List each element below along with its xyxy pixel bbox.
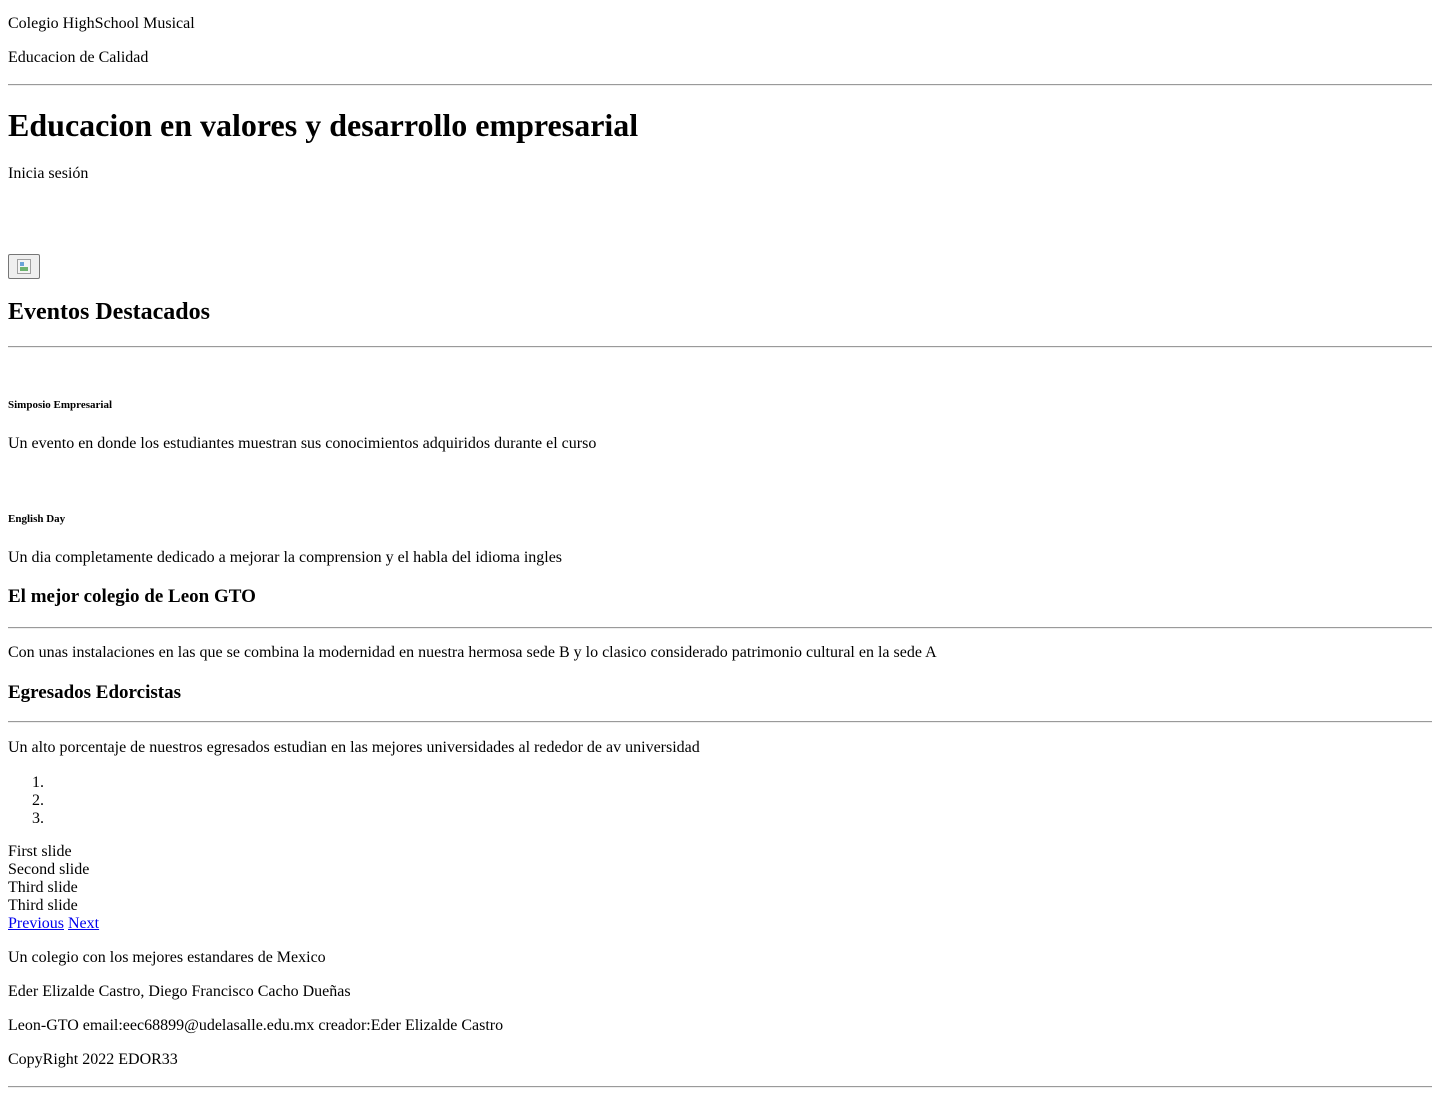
broken-image-icon bbox=[17, 259, 31, 274]
slide-alt-text: Third slide bbox=[8, 897, 78, 914]
section-divider-graduates bbox=[8, 721, 1432, 723]
slide-alt-text: Third slide bbox=[8, 879, 78, 896]
image-button[interactable] bbox=[8, 254, 40, 279]
events-divider bbox=[8, 346, 1432, 348]
footer-divider bbox=[8, 1086, 1432, 1088]
event-title-simposio: Simposio Empresarial bbox=[8, 399, 113, 411]
slide-alt-text: Second slide bbox=[8, 861, 90, 878]
header-divider bbox=[8, 84, 1432, 86]
carousel-controls: Previous Next bbox=[8, 915, 99, 933]
carousel-slide-3: Third slide bbox=[8, 879, 78, 897]
slide-alt-text: First slide bbox=[8, 843, 72, 860]
school-tagline: Educacion de Calidad bbox=[8, 49, 149, 66]
login-link[interactable]: Inicia sesión bbox=[8, 165, 88, 183]
footer-contact: Leon-GTO email:eec68899@udelasalle.edu.m… bbox=[8, 1017, 504, 1034]
section-text-best-school: Con unas instalaciones en las que se com… bbox=[8, 644, 937, 661]
event-description-simposio: Un evento en donde los estudiantes muest… bbox=[8, 435, 597, 452]
section-heading-graduates: Egresados Edorcistas bbox=[8, 682, 181, 703]
school-name: Colegio HighSchool Musical bbox=[8, 15, 195, 32]
hero-title: Educacion en valores y desarrollo empres… bbox=[8, 107, 639, 143]
event-title-english-day: English Day bbox=[8, 513, 66, 525]
footer-slogan: Un colegio con los mejores estandares de… bbox=[8, 949, 326, 966]
footer-authors: Eder Elizalde Castro, Diego Francisco Ca… bbox=[8, 983, 351, 1000]
carousel-next-link[interactable]: Next bbox=[68, 915, 99, 932]
section-heading-best-school: El mejor colegio de Leon GTO bbox=[8, 586, 256, 607]
events-heading: Eventos Destacados bbox=[8, 299, 210, 325]
carousel-slide-4: Third slide bbox=[8, 897, 78, 915]
carousel-slide-2: Second slide bbox=[8, 861, 89, 879]
section-text-graduates: Un alto porcentaje de nuestros egresados… bbox=[8, 739, 700, 756]
event-description-english-day: Un dia completamente dedicado a mejorar … bbox=[8, 549, 563, 566]
carousel-previous-link[interactable]: Previous bbox=[8, 915, 64, 932]
footer-copyright: CopyRight 2022 EDOR33 bbox=[8, 1051, 178, 1068]
carousel-indicators bbox=[8, 774, 48, 828]
carousel-slide-1: First slide bbox=[8, 843, 72, 861]
section-divider-best-school bbox=[8, 627, 1432, 629]
